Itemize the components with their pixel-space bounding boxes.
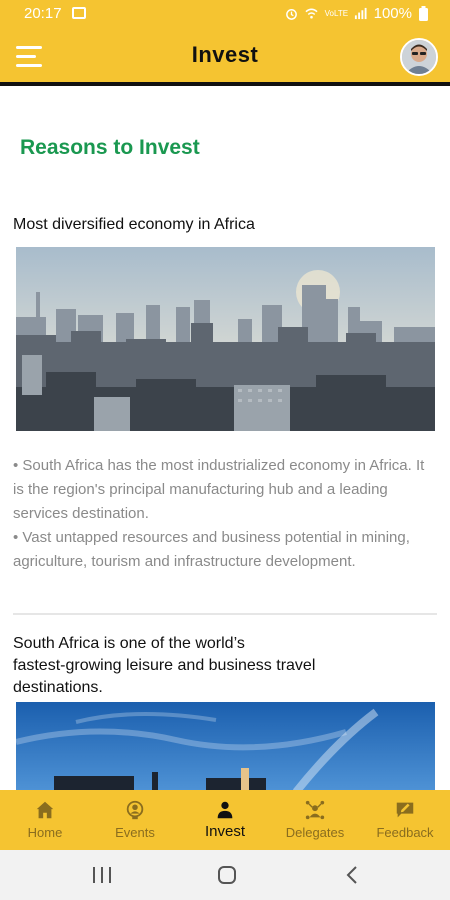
status-bar: 20:17 VoLTE 100% (0, 0, 450, 28)
wifi-icon (305, 8, 318, 19)
item-title: Most diversified economy in Africa (13, 216, 255, 233)
city-skyline-image (16, 247, 435, 431)
item-title-line: fastest-growing leisure and business tra… (13, 657, 316, 674)
battery-icon (419, 6, 428, 21)
volte-label: VoLTE (324, 9, 349, 18)
avatar[interactable] (400, 38, 438, 76)
nav-label: Events (115, 825, 155, 840)
signal-icon (354, 7, 367, 20)
status-time: 20:17 (24, 5, 62, 22)
nav-home[interactable]: Home (0, 790, 90, 850)
home-icon (36, 801, 54, 819)
nav-delegates[interactable]: Delegates (270, 790, 360, 850)
content-area[interactable]: Reasons to Invest Most diversified econo… (0, 90, 450, 790)
item-title: South Africa is one of the world’s faste… (13, 633, 315, 699)
battery-percent: 100% (373, 5, 412, 22)
delegates-icon (305, 800, 325, 820)
item-title-line: South Africa is one of the world’s (13, 635, 245, 652)
events-icon (126, 800, 144, 820)
divider (13, 613, 437, 615)
home-button[interactable] (218, 866, 236, 884)
bottom-nav: Home Events Invest Delegates Feedback (0, 790, 450, 850)
app-bar: Invest (0, 28, 450, 86)
feedback-icon (396, 802, 414, 818)
nav-label: Invest (204, 823, 246, 840)
profile-photo (402, 40, 436, 74)
item-title-line: destinations. (13, 679, 103, 696)
item-description: • South Africa has the most industrializ… (13, 454, 438, 574)
bullet-text: • Vast untapped resources and business p… (13, 529, 410, 570)
page-title: Invest (191, 42, 259, 67)
recents-button[interactable] (93, 867, 111, 883)
nav-invest[interactable]: Invest (180, 790, 270, 850)
city-sky-image (16, 702, 435, 790)
nav-label: Feedback (376, 825, 434, 840)
nav-label: Home (27, 825, 63, 840)
bullet-text: • South Africa has the most industrializ… (13, 457, 425, 522)
alarm-icon (285, 9, 297, 20)
section-title: Reasons to Invest (20, 136, 200, 159)
back-button[interactable] (346, 866, 358, 884)
nav-feedback[interactable]: Feedback (360, 790, 450, 850)
status-icons: VoLTE 100% (285, 5, 428, 22)
person-icon (217, 801, 233, 819)
nav-events[interactable]: Events (90, 790, 180, 850)
gallery-notification-icon (72, 7, 86, 19)
system-nav-bar (0, 850, 450, 900)
nav-label: Delegates (285, 825, 345, 840)
